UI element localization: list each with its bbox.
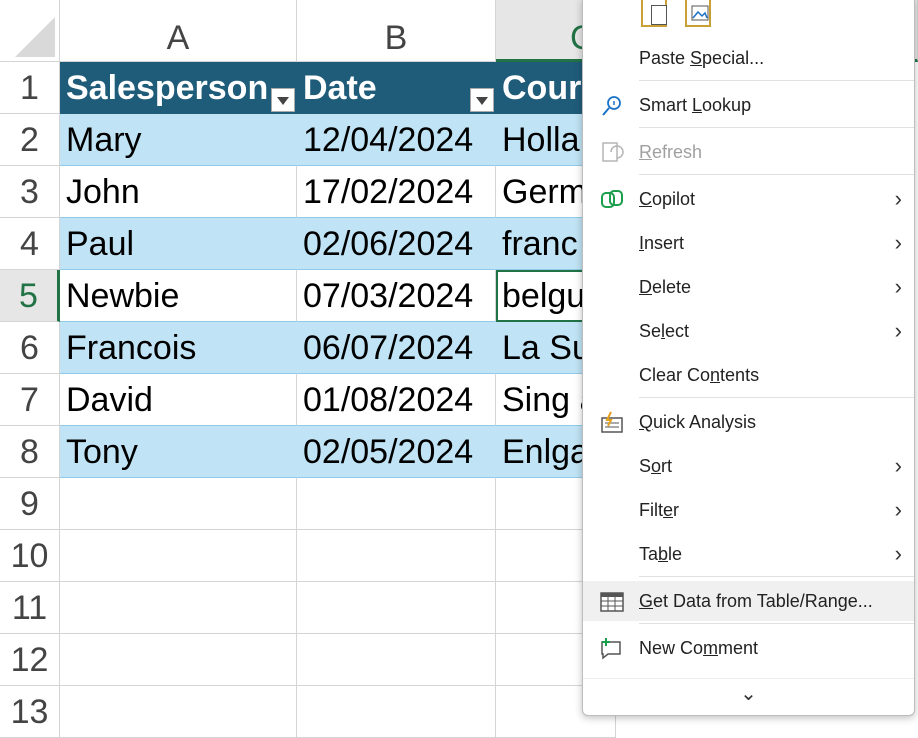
menu-item-table[interactable]: Table › bbox=[583, 534, 914, 574]
paste-picture-icon[interactable] bbox=[685, 0, 711, 27]
row-header-13[interactable]: 13 bbox=[0, 686, 60, 738]
menu-item-clear-contents[interactable]: Clear Contents bbox=[583, 355, 914, 395]
menu-item-smart-lookup[interactable]: Smart Lookup bbox=[583, 85, 914, 125]
row-header-6[interactable]: 6 bbox=[0, 322, 60, 374]
empty-cell[interactable] bbox=[60, 582, 297, 634]
empty-cell[interactable] bbox=[60, 530, 297, 582]
empty-cell[interactable] bbox=[297, 634, 496, 686]
refresh-icon bbox=[599, 140, 625, 166]
table-cell[interactable]: 12/04/2024 bbox=[297, 114, 496, 166]
context-menu: Paste Special... Smart Lookup Refresh Co… bbox=[582, 0, 915, 716]
table-cell[interactable]: 02/05/2024 bbox=[297, 426, 496, 478]
row-header-9[interactable]: 9 bbox=[0, 478, 60, 530]
submenu-arrow-icon: › bbox=[894, 453, 902, 478]
table-cell[interactable]: 07/03/2024 bbox=[297, 270, 496, 322]
column-header-b[interactable]: B bbox=[297, 0, 496, 62]
row-header-11[interactable]: 11 bbox=[0, 582, 60, 634]
row-header-3[interactable]: 3 bbox=[0, 166, 60, 218]
submenu-arrow-icon: › bbox=[894, 186, 902, 211]
row-header-2[interactable]: 2 bbox=[0, 114, 60, 166]
empty-cell[interactable] bbox=[297, 478, 496, 530]
table-cell[interactable]: Mary bbox=[60, 114, 297, 166]
submenu-arrow-icon: › bbox=[894, 318, 902, 343]
table-cell[interactable]: 02/06/2024 bbox=[297, 218, 496, 270]
table-range-icon bbox=[599, 589, 625, 615]
table-cell[interactable]: John bbox=[60, 166, 297, 218]
row-header-5[interactable]: 5 bbox=[0, 270, 60, 322]
paste-options bbox=[639, 0, 719, 29]
copilot-icon bbox=[599, 187, 625, 213]
empty-cell[interactable] bbox=[297, 582, 496, 634]
new-comment-icon bbox=[599, 636, 625, 662]
menu-item-select[interactable]: Select › bbox=[583, 311, 914, 351]
table-cell[interactable]: 01/08/2024 bbox=[297, 374, 496, 426]
empty-cell[interactable] bbox=[60, 686, 297, 738]
more-options-chevron-icon[interactable]: ⌄ bbox=[583, 678, 914, 715]
submenu-arrow-icon: › bbox=[894, 274, 902, 299]
row-header-12[interactable]: 12 bbox=[0, 634, 60, 686]
filter-dropdown-salesperson[interactable] bbox=[271, 88, 295, 112]
menu-item-refresh[interactable]: Refresh bbox=[583, 132, 914, 172]
table-cell[interactable]: Francois bbox=[60, 322, 297, 374]
quick-analysis-icon bbox=[599, 410, 625, 436]
row-header-7[interactable]: 7 bbox=[0, 374, 60, 426]
menu-item-filter[interactable]: Filter › bbox=[583, 490, 914, 530]
table-cell[interactable]: 06/07/2024 bbox=[297, 322, 496, 374]
empty-cell[interactable] bbox=[60, 478, 297, 530]
table-header-salesperson[interactable]: Salesperson bbox=[60, 62, 297, 114]
table-cell[interactable]: Tony bbox=[60, 426, 297, 478]
row-header-1[interactable]: 1 bbox=[0, 62, 60, 114]
menu-item-new-comment[interactable]: New Comment bbox=[583, 628, 914, 668]
empty-cell[interactable] bbox=[60, 634, 297, 686]
submenu-arrow-icon: › bbox=[894, 497, 902, 522]
row-header-4[interactable]: 4 bbox=[0, 218, 60, 270]
menu-item-delete[interactable]: Delete › bbox=[583, 267, 914, 307]
menu-item-get-data[interactable]: Get Data from Table/Range... bbox=[583, 581, 914, 621]
empty-cell[interactable] bbox=[297, 686, 496, 738]
search-icon bbox=[599, 93, 625, 119]
menu-item-paste-special[interactable]: Paste Special... bbox=[583, 38, 914, 78]
table-cell[interactable]: 17/02/2024 bbox=[297, 166, 496, 218]
menu-item-copilot[interactable]: Copilot › bbox=[583, 179, 914, 219]
table-header-date[interactable]: Date bbox=[297, 62, 496, 114]
row-header-8[interactable]: 8 bbox=[0, 426, 60, 478]
menu-item-insert[interactable]: Insert › bbox=[583, 223, 914, 263]
submenu-arrow-icon: › bbox=[894, 230, 902, 255]
menu-item-sort[interactable]: Sort › bbox=[583, 446, 914, 486]
empty-cell[interactable] bbox=[297, 530, 496, 582]
filter-dropdown-date[interactable] bbox=[470, 88, 494, 112]
column-header-a[interactable]: A bbox=[60, 0, 297, 62]
row-header-10[interactable]: 10 bbox=[0, 530, 60, 582]
paste-icon[interactable] bbox=[641, 0, 667, 27]
menu-item-quick-analysis[interactable]: Quick Analysis bbox=[583, 402, 914, 442]
select-all-corner[interactable] bbox=[0, 0, 60, 62]
submenu-arrow-icon: › bbox=[894, 541, 902, 566]
table-cell[interactable]: Newbie bbox=[60, 270, 297, 322]
table-cell[interactable]: David bbox=[60, 374, 297, 426]
table-cell[interactable]: Paul bbox=[60, 218, 297, 270]
